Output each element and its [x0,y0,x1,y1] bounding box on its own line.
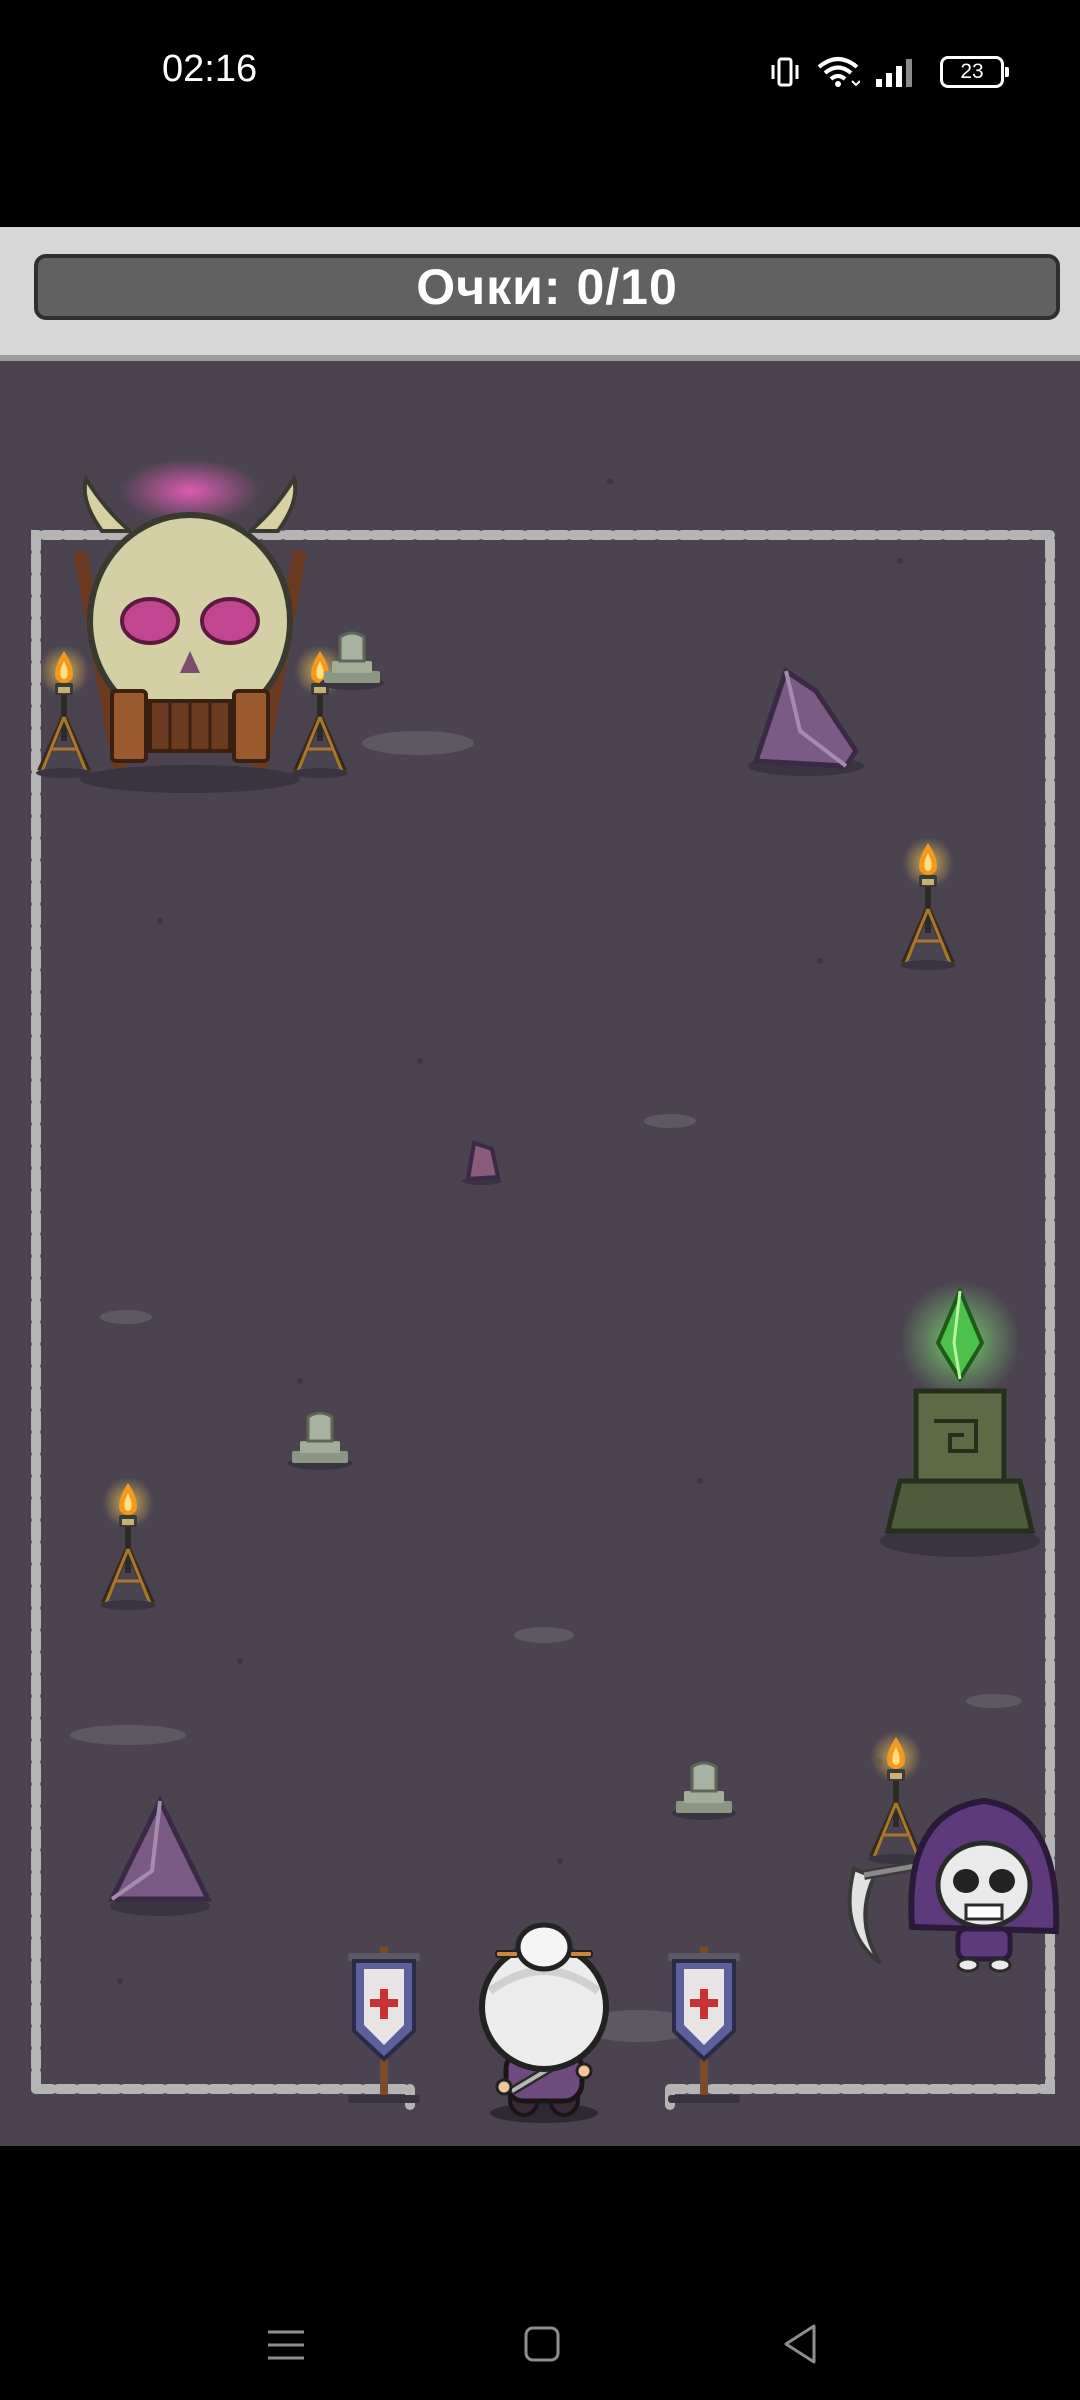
torch [100,1477,156,1610]
score-panel: Очки: 0/10 [0,227,1080,361]
game-area[interactable]: Очки: 0/10 [0,227,1080,2146]
score-bar: Очки: 0/10 [34,254,1060,320]
enemy-skull-fortress [73,459,307,793]
menu-icon[interactable] [262,2146,310,2400]
home-icon[interactable] [520,2146,564,2400]
player-character[interactable] [479,1922,609,2123]
banner-left [346,1945,422,2105]
score-label: Очки: 0/10 [416,259,678,315]
battery-icon: 23 [940,56,1009,88]
status-time: 02:16 [162,48,258,90]
torch [36,645,92,778]
purple-crystal-rock [107,1795,213,1916]
status-bar: 02:16 23 [0,0,1080,140]
purple-crystal-rock [748,667,864,776]
torch [868,1731,924,1864]
banner-right [666,1945,742,2105]
torch [900,837,956,970]
tombstone [286,1411,354,1472]
green-crystal-shrine [880,1281,1040,1557]
game-field[interactable] [0,361,1080,2146]
vibrate-icon [771,57,799,87]
status-icons: 23 [768,50,1009,94]
grim-reaper-enemy [847,1797,1060,1973]
tombstone [670,1761,738,1822]
back-icon[interactable] [778,2146,822,2400]
signal-icon [876,59,912,87]
small-purple-crystal [462,1140,502,1185]
navigation-bar [0,2146,1080,2400]
wifi-icon [817,57,860,87]
